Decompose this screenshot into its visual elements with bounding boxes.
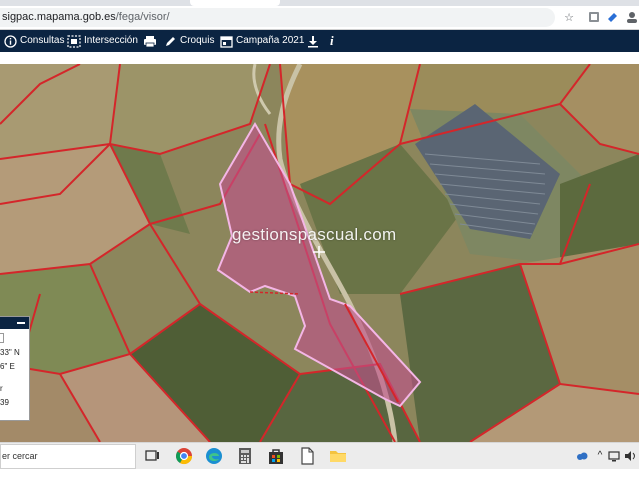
task-view-icon[interactable] xyxy=(143,447,161,465)
bottom-margin xyxy=(0,469,639,480)
campana-button[interactable]: Campaña 2021 xyxy=(220,33,304,49)
move-cursor-icon xyxy=(313,246,325,258)
coordinate-longitude: 6" E xyxy=(0,362,15,371)
download-icon xyxy=(308,35,318,47)
edit-icon[interactable] xyxy=(606,11,620,25)
coordinate-label: r xyxy=(0,384,3,393)
sigpac-toolbar: Consultas Intersección Croquis Campaña 2… xyxy=(0,30,639,52)
calculator-icon[interactable] xyxy=(236,447,254,465)
coordinates-panel: 33" N 6" E r 39 xyxy=(0,316,30,421)
store-icon[interactable] xyxy=(267,447,285,465)
interseccion-button[interactable]: Intersección xyxy=(67,33,138,49)
url-field[interactable]: sigpac.mapama.gob.es/fega/visor/ xyxy=(0,8,555,27)
help-button[interactable]: i xyxy=(330,33,334,49)
windows-taskbar: er cercar ^ xyxy=(0,442,639,469)
profile-icon[interactable] xyxy=(625,11,639,25)
url-path: /fega/visor/ xyxy=(115,11,170,23)
edge-icon[interactable] xyxy=(205,447,223,465)
campana-label: Campaña 2021 xyxy=(236,35,305,46)
croquis-button[interactable]: Croquis xyxy=(165,33,214,49)
star-icon[interactable]: ☆ xyxy=(562,11,576,25)
coordinate-value: 39 xyxy=(0,398,9,407)
url-host: sigpac.mapama.gob.es xyxy=(2,11,116,23)
interseccion-label: Intersección xyxy=(84,35,138,46)
notepad-icon[interactable] xyxy=(298,447,316,465)
network-icon[interactable] xyxy=(608,450,620,462)
coordinates-field[interactable] xyxy=(0,333,4,343)
taskbar-search[interactable]: er cercar xyxy=(0,444,136,469)
croquis-label: Croquis xyxy=(180,35,215,46)
calendar-icon xyxy=(220,35,233,48)
coordinate-latitude: 33" N xyxy=(0,348,20,357)
consultas-button[interactable]: Consultas xyxy=(4,33,64,49)
search-text: er cercar xyxy=(2,451,38,461)
consultas-label: Consultas xyxy=(20,35,65,46)
map-viewer[interactable]: gestionspascual.com 33" N 6" E r 39 xyxy=(0,64,639,442)
watermark-text: gestionspascual.com xyxy=(232,225,397,244)
print-icon xyxy=(144,35,156,47)
file-explorer-icon[interactable] xyxy=(329,447,347,465)
toolbar-spacer xyxy=(0,52,639,64)
pencil-icon xyxy=(166,36,175,46)
info-italic-icon: i xyxy=(330,33,334,48)
coordinates-panel-header xyxy=(0,317,29,329)
intersection-icon xyxy=(67,34,81,48)
download-button[interactable] xyxy=(307,33,322,49)
volume-icon[interactable] xyxy=(624,450,636,462)
info-icon xyxy=(4,34,17,48)
cloud-icon[interactable] xyxy=(576,450,588,462)
extension-icon[interactable] xyxy=(587,11,601,25)
chevron-up-icon[interactable]: ^ xyxy=(594,450,606,462)
address-bar: sigpac.mapama.gob.es/fega/visor/ ☆ xyxy=(0,6,639,30)
minimize-icon[interactable] xyxy=(17,322,25,324)
print-button[interactable] xyxy=(143,33,160,49)
chrome-icon[interactable] xyxy=(175,447,193,465)
